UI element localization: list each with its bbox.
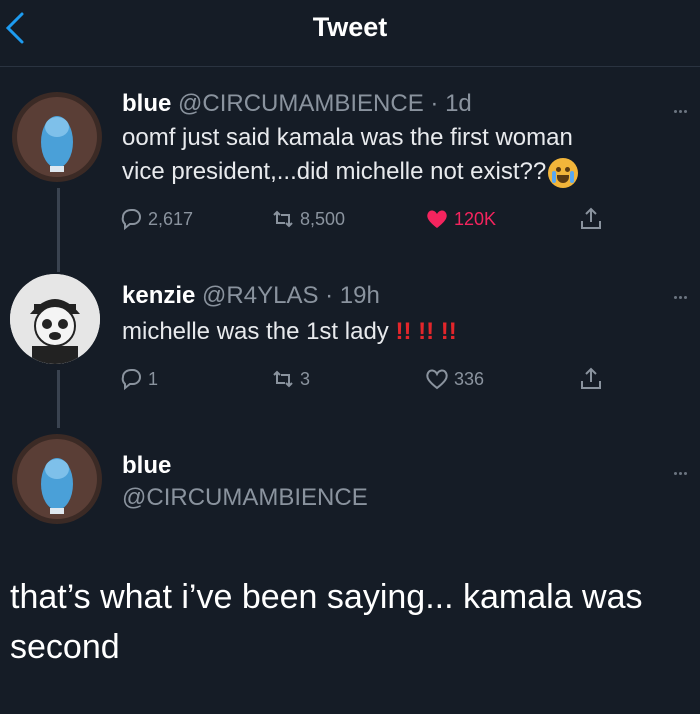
- top-bar: Tweet: [0, 0, 700, 67]
- tweet-text-span: vice president,...did michelle not exist…: [122, 158, 547, 185]
- user-handle[interactable]: @R4YLAS: [202, 282, 318, 309]
- tweet-text-span: michelle was the 1st lady: [122, 318, 389, 345]
- main-tweet-text: that’s what i’ve been saying... kamala w…: [10, 578, 643, 666]
- thread-connector: [57, 370, 60, 428]
- reply-icon: [121, 369, 141, 391]
- double-exclamation-emoji: !! !! !!: [395, 318, 457, 345]
- display-name[interactable]: blue: [122, 452, 171, 479]
- tweet-actions: 1 3 336: [118, 366, 618, 396]
- avatar-kenzie[interactable]: [10, 274, 100, 364]
- share-icon: [581, 207, 601, 229]
- tweet-header: blue @CIRCUMAMBIENCE · 1d: [122, 90, 472, 118]
- retweet-button[interactable]: 3: [270, 366, 310, 392]
- reply-count: 1: [148, 368, 159, 389]
- display-name[interactable]: kenzie: [122, 282, 195, 309]
- like-button[interactable]: 120K: [424, 206, 496, 232]
- tweet-time: · 19h: [325, 282, 380, 309]
- main-tweet-handle: @CIRCUMAMBIENCE: [122, 484, 368, 512]
- tweet-header: kenzie @R4YLAS · 19h: [122, 282, 380, 310]
- loudly-crying-face-icon: [548, 157, 579, 188]
- display-name[interactable]: blue: [122, 90, 171, 117]
- reply-icon: [121, 209, 141, 231]
- tweet-text: michelle was the 1st lady !! !! !!: [122, 315, 457, 349]
- heart-filled-icon: [427, 210, 447, 228]
- tweet-time: · 1d: [430, 90, 472, 117]
- avatar-blue[interactable]: [12, 434, 102, 524]
- avatar-portrait-icon: [12, 434, 102, 524]
- main-tweet-name: blue: [122, 452, 171, 480]
- share-button[interactable]: [578, 366, 604, 392]
- reply-button[interactable]: 2,617: [118, 206, 193, 232]
- retweet-icon: [273, 370, 293, 388]
- avatar-blue[interactable]: [12, 92, 102, 182]
- tweet-actions: 2,617 8,500 120K: [118, 206, 618, 236]
- user-handle[interactable]: @CIRCUMAMBIENCE: [178, 90, 424, 117]
- reply-button[interactable]: 1: [118, 366, 158, 392]
- avatar-portrait-icon: [12, 92, 102, 182]
- avatar-anime-icon: [10, 274, 100, 364]
- share-icon: [581, 367, 601, 389]
- tweet-text-line: oomf just said kamala was the first woma…: [122, 124, 573, 151]
- like-count: 336: [454, 368, 485, 389]
- retweet-icon: [273, 210, 293, 228]
- retweet-count: 3: [300, 368, 311, 389]
- more-options-icon[interactable]: [674, 286, 694, 299]
- user-handle[interactable]: @CIRCUMAMBIENCE: [122, 484, 368, 511]
- more-options-icon[interactable]: [674, 100, 694, 113]
- retweet-button[interactable]: 8,500: [270, 206, 345, 232]
- tweet-text-line: vice president,...did michelle not exist…: [122, 155, 579, 189]
- more-options-icon[interactable]: [674, 462, 694, 475]
- reply-count: 2,617: [148, 208, 194, 229]
- like-button[interactable]: 336: [424, 366, 484, 392]
- page-title: Tweet: [312, 12, 388, 42]
- share-button[interactable]: [578, 206, 604, 232]
- retweet-count: 8,500: [300, 208, 346, 229]
- tweet-text: oomf just said kamala was the first woma…: [122, 121, 579, 189]
- thread-connector: [57, 188, 60, 272]
- heart-outline-icon: [426, 369, 448, 390]
- like-count: 120K: [454, 208, 497, 229]
